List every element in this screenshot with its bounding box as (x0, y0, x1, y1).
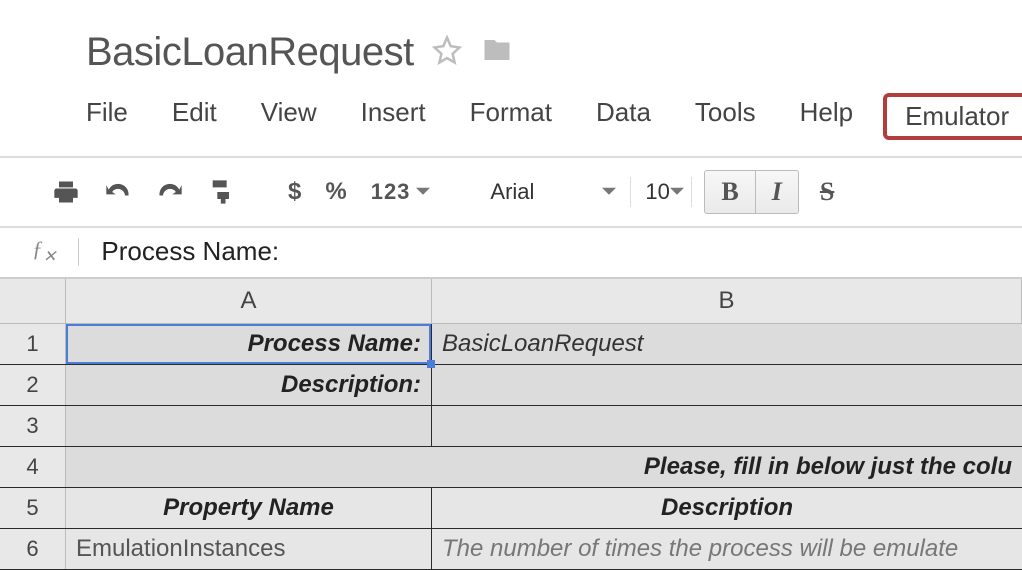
row-header[interactable]: 4 (0, 447, 66, 487)
menu-file[interactable]: File (82, 93, 150, 140)
menu-emulator[interactable]: Emulator (883, 93, 1022, 140)
redo-icon[interactable] (144, 172, 196, 212)
row-header[interactable]: 5 (0, 488, 66, 528)
chevron-down-icon (670, 179, 684, 205)
paint-format-icon[interactable] (196, 172, 248, 212)
cell[interactable]: Description (432, 488, 1022, 528)
italic-button[interactable]: I (756, 170, 799, 214)
spreadsheet-grid: A B 1Process Name:BasicLoanRequest2Descr… (0, 277, 1022, 570)
menu-bar: File Edit View Insert Format Data Tools … (0, 75, 1022, 156)
print-icon[interactable] (40, 172, 92, 212)
number-format-label: 123 (371, 179, 411, 205)
column-header-a[interactable]: A (66, 279, 432, 323)
menu-format[interactable]: Format (448, 93, 574, 140)
folder-icon[interactable] (480, 35, 514, 70)
cell[interactable]: Description: (66, 365, 432, 405)
row-header[interactable]: 2 (0, 365, 66, 405)
font-size-select[interactable]: 10 (631, 179, 691, 205)
number-format-button[interactable]: 123 (359, 173, 443, 211)
currency-button[interactable]: $ (276, 172, 313, 212)
font-size-label: 10 (645, 179, 669, 205)
cell[interactable] (66, 406, 432, 446)
select-all-corner[interactable] (0, 279, 66, 323)
row-header[interactable]: 3 (0, 406, 66, 446)
row-header[interactable]: 1 (0, 324, 66, 364)
cell[interactable] (432, 406, 1022, 446)
cell[interactable]: BasicLoanRequest (432, 324, 1022, 364)
strikethrough-button[interactable]: S (799, 170, 851, 214)
row-header[interactable]: 6 (0, 529, 66, 569)
menu-view[interactable]: View (239, 93, 339, 140)
bold-button[interactable]: B (704, 170, 755, 214)
star-icon[interactable] (432, 35, 462, 70)
toolbar: $ % 123 Arial 10 B I S (0, 156, 1022, 228)
fx-icon: ƒ✕ (32, 236, 56, 266)
column-header-b[interactable]: B (432, 279, 1022, 323)
cell[interactable] (432, 365, 1022, 405)
menu-help[interactable]: Help (778, 93, 875, 140)
chevron-down-icon (602, 179, 616, 205)
font-family-label: Arial (490, 179, 534, 205)
formula-input[interactable]: Process Name: (101, 236, 279, 267)
cell[interactable]: Process Name: (66, 324, 432, 364)
cell[interactable]: Please, fill in below just the colu (66, 447, 1022, 487)
formula-bar: ƒ✕ Process Name: (0, 228, 1022, 277)
cell[interactable]: The number of times the process will be … (432, 529, 1022, 569)
cell[interactable]: Property Name (66, 488, 432, 528)
menu-insert[interactable]: Insert (339, 93, 448, 140)
undo-icon[interactable] (92, 172, 144, 212)
menu-data[interactable]: Data (574, 93, 673, 140)
chevron-down-icon (416, 179, 430, 205)
cell[interactable]: EmulationInstances (66, 529, 432, 569)
percent-button[interactable]: % (313, 172, 358, 212)
menu-edit[interactable]: Edit (150, 93, 239, 140)
font-family-select[interactable]: Arial (470, 179, 630, 205)
menu-tools[interactable]: Tools (673, 93, 778, 140)
document-title[interactable]: BasicLoanRequest (86, 30, 414, 75)
